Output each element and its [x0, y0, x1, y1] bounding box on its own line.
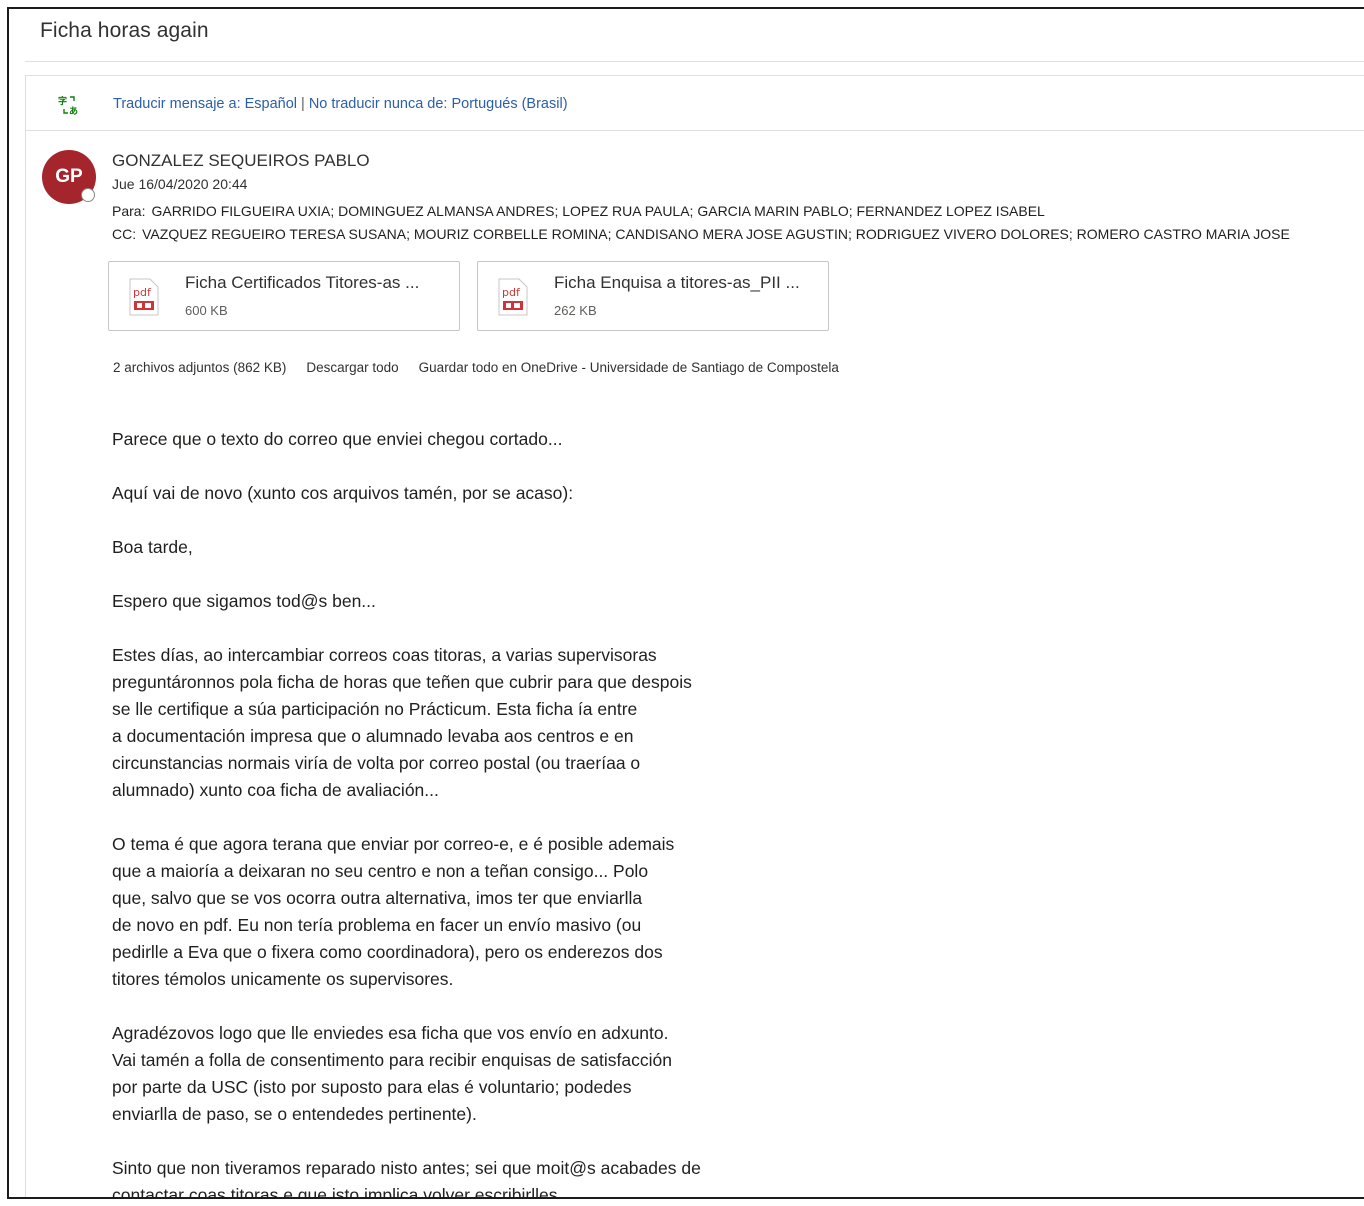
body-line: circunstancias normais viría de volta po… — [112, 753, 641, 773]
message-item: GP GONZALEZ SEQUEIROS PABLO Jue 16/04/20… — [25, 130, 1364, 1197]
attachment-size: 600 KB — [185, 303, 228, 318]
reading-pane: Ficha horas again 字 あ Traducir mensaje a… — [7, 7, 1364, 1199]
save-all-onedrive-button[interactable]: Guardar todo en OneDrive - Universidade … — [419, 360, 839, 375]
body-paragraph: Estes días, ao intercambiar correos coas… — [112, 642, 832, 804]
translation-links: Traducir mensaje a: Español | No traducir … — [113, 96, 568, 112]
svg-text:字: 字 — [58, 95, 67, 107]
svg-text:あ: あ — [69, 106, 78, 115]
body-paragraph: Aquí vai de novo (xunto cos arquivos tam… — [112, 480, 832, 507]
translation-bar: 字 あ Traducir mensaje a: Español | No tradu… — [25, 75, 1364, 131]
body-line: Vai tamén a folla de consentimento para … — [112, 1050, 672, 1070]
body-line: de novo en pdf. Eu non tería problema en… — [112, 915, 642, 935]
message-body: Parece que o texto do correo que enviei … — [112, 426, 832, 1199]
svg-text:pdf: pdf — [502, 286, 521, 299]
body-line: pedirlle a Eva que o fixera como coordin… — [112, 942, 663, 962]
translate-message-link[interactable]: Traducir mensaje a: Español — [113, 96, 297, 112]
body-line: Estes días, ao intercambiar correos coas… — [112, 645, 657, 665]
body-line: que a maioría a deixaran no seu centro e… — [112, 861, 649, 881]
body-paragraph: O tema é que agora terana que enviar por… — [112, 831, 832, 993]
presence-status-icon — [81, 188, 95, 202]
download-all-button[interactable]: Descargar todo — [306, 360, 398, 375]
attachment-card[interactable]: pdf Ficha Enquisa a titores-as_PII ... 2… — [477, 261, 829, 331]
body-line: titores témolos unicamente os supervisor… — [112, 969, 454, 989]
body-paragraph: Agradézovos logo que lle enviedes esa fi… — [112, 1020, 832, 1128]
translation-separator: | — [301, 96, 305, 112]
pdf-icon: pdf — [498, 278, 528, 316]
body-line: Aquí vai de novo (xunto cos arquivos tam… — [112, 483, 574, 503]
body-line: Boa tarde, — [112, 537, 193, 557]
never-translate-link[interactable]: No traducir nunca de: Portugués (Brasil) — [309, 96, 568, 112]
body-line: por parte da USC (isto por suposto para … — [112, 1077, 632, 1097]
body-line: contactar coas titoras e que isto implic… — [112, 1185, 573, 1199]
message-subject: Ficha horas again — [40, 19, 209, 42]
attachment-size: 262 KB — [554, 303, 597, 318]
to-list[interactable]: GARRIDO FILGUEIRA UXIA; DOMINGUEZ ALMANS… — [151, 203, 1044, 219]
attachment-card[interactable]: pdf Ficha Certificados Titores-as ... 60… — [108, 261, 460, 331]
message-date: Jue 16/04/2020 20:44 — [112, 176, 248, 192]
body-line: enviarlla de paso, se o entendedes perti… — [112, 1104, 477, 1124]
body-line: preguntáronnos pola ficha de horas que t… — [112, 672, 692, 692]
attachment-name: Ficha Enquisa a titores-as_PII ... — [554, 273, 800, 292]
body-line: alumnado) xunto coa ficha de avaliación.… — [112, 780, 439, 800]
cc-recipients: CC: VAZQUEZ REGUEIRO TERESA SUSANA; MOURI… — [112, 226, 1290, 242]
translate-icon: 字 あ — [58, 95, 78, 115]
attachment-name: Ficha Certificados Titores-as ... — [185, 273, 420, 292]
subject-bar: Ficha horas again — [25, 9, 1364, 62]
body-paragraph: Boa tarde, — [112, 534, 832, 561]
body-paragraph: Sinto que non tiveramos reparado nisto a… — [112, 1155, 832, 1199]
svg-text:pdf: pdf — [133, 286, 152, 299]
attachment-actions: 2 archivos adjuntos (862 KB) Descargar to… — [113, 360, 859, 375]
body-line: que, salvo que se vos ocorra outra alter… — [112, 888, 643, 908]
to-recipients: Para: GARRIDO FILGUEIRA UXIA; DOMINGUEZ A… — [112, 203, 1045, 219]
attachments-summary: 2 archivos adjuntos (862 KB) — [113, 360, 287, 375]
body-paragraph: Espero que sigamos tod@s ben... — [112, 588, 832, 615]
body-line: Parece que o texto do correo que enviei … — [112, 429, 563, 449]
body-line: Espero que sigamos tod@s ben... — [112, 591, 376, 611]
cc-list[interactable]: VAZQUEZ REGUEIRO TERESA SUSANA; MOURIZ C… — [142, 226, 1290, 242]
body-paragraph: Parece que o texto do correo que enviei … — [112, 426, 832, 453]
body-line: Agradézovos logo que lle enviedes esa fi… — [112, 1023, 669, 1043]
to-label: Para: — [112, 203, 146, 219]
body-line: O tema é que agora terana que enviar por… — [112, 834, 675, 854]
body-line: se lle certifique a súa participación no… — [112, 699, 638, 719]
body-line: a documentación impresa que o alumnado l… — [112, 726, 634, 746]
body-line: Sinto que non tiveramos reparado nisto a… — [112, 1158, 701, 1178]
cc-label: CC: — [112, 226, 137, 242]
sender-name[interactable]: GONZALEZ SEQUEIROS PABLO — [112, 151, 370, 171]
pdf-icon: pdf — [129, 278, 159, 316]
